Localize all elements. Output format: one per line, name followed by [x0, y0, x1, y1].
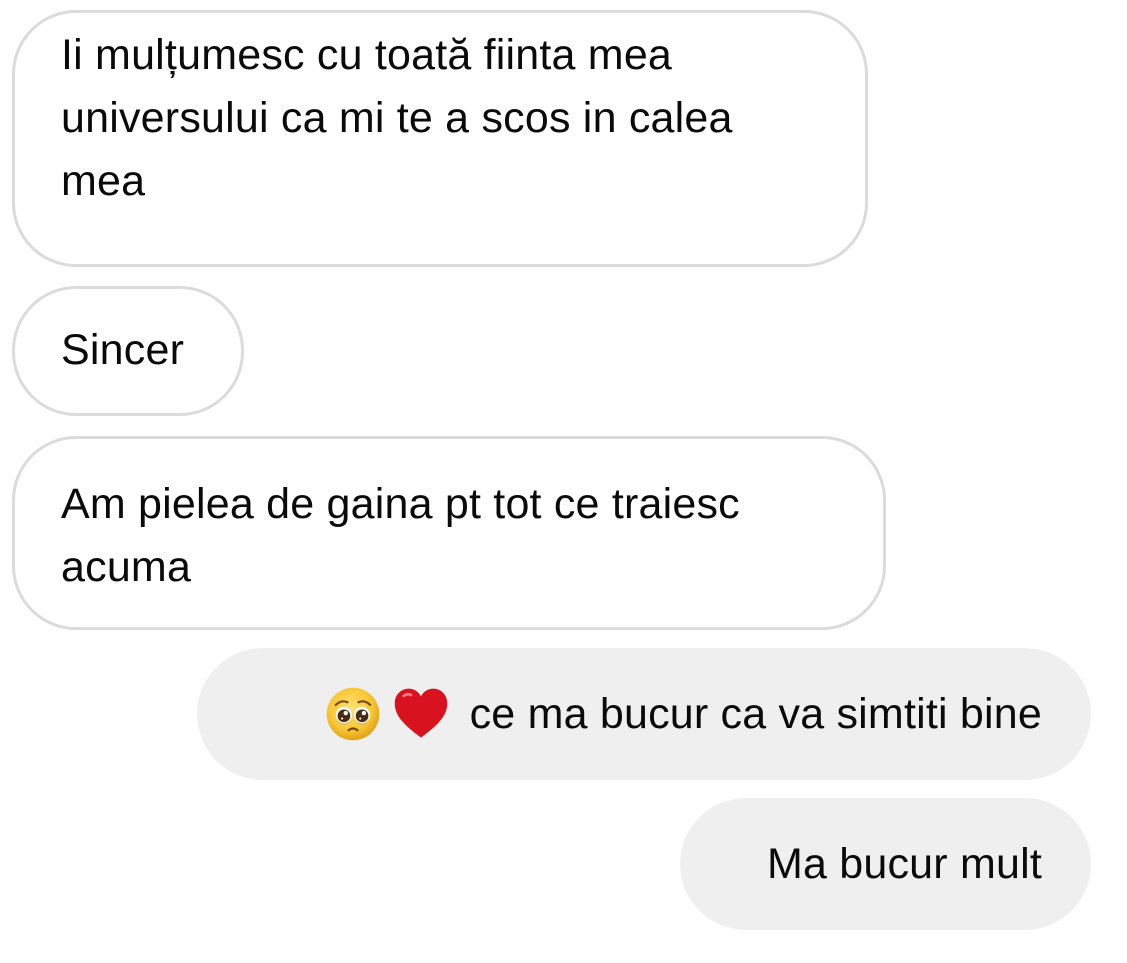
red-heart-emoji [394, 688, 447, 738]
outgoing-message-bubble[interactable]: ce ma bucur ca va simtiti bine [197, 648, 1091, 780]
incoming-message-bubble[interactable]: Sincer [12, 286, 244, 416]
incoming-message-bubble[interactable]: Ii mulțumesc cu toată fiinta mea univers… [12, 10, 868, 267]
outgoing-message-bubble[interactable]: Ma bucur mult [680, 798, 1091, 930]
incoming-message-bubble[interactable]: Am pielea de gaina pt tot ce traiesc acu… [12, 436, 886, 630]
pleading-face-emoji [326, 687, 379, 741]
message-text: Ma bucur mult [766, 839, 1042, 888]
message-text: Sincer [61, 326, 185, 374]
message-text: Ii mulțumesc cu toată fiinta mea univers… [61, 31, 733, 205]
emoji-group [324, 685, 450, 743]
message-text: ce ma bucur ca va simtiti bine [469, 689, 1042, 738]
message-text: Am pielea de gaina pt tot ce traiesc acu… [61, 480, 740, 591]
